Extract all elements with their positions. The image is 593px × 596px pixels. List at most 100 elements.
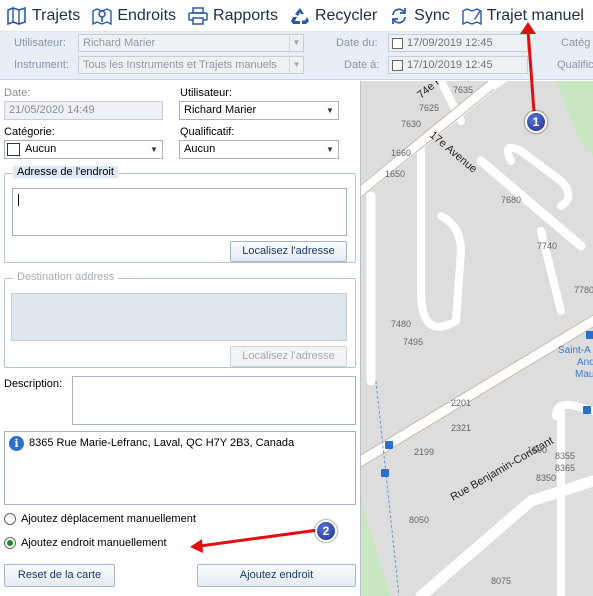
category-color-swatch xyxy=(7,143,20,156)
reset-map-button[interactable]: Reset de la carte xyxy=(4,564,115,587)
house-number: 1660 xyxy=(391,148,411,158)
date-from-checkbox[interactable] xyxy=(392,38,403,49)
house-number: 2201 xyxy=(451,398,471,408)
map-icon xyxy=(7,6,26,25)
bus-stop-icon xyxy=(586,331,593,339)
date-value: 21/05/2020 14:49 xyxy=(9,104,95,116)
date-label: Date: xyxy=(4,87,31,99)
annotation-marker-2: 2 xyxy=(315,520,337,542)
house-number: 8075 xyxy=(491,576,511,586)
house-number: 7480 xyxy=(391,319,411,329)
chevron-down-icon: ▼ xyxy=(289,35,303,51)
filter-instrument-label: Instrument: xyxy=(14,59,70,71)
poi-label: Mau xyxy=(575,369,593,380)
destination-group-title: Destination address xyxy=(13,271,119,283)
house-number: 1650 xyxy=(385,169,405,179)
filter-user-value: Richard Marier xyxy=(83,37,156,49)
toolbar-sync-button[interactable]: Sync xyxy=(382,2,455,30)
house-number: 7740 xyxy=(537,241,557,251)
house-number: 7635 xyxy=(453,85,473,95)
chevron-down-icon: ▼ xyxy=(289,57,303,73)
location-form-panel: Date: 21/05/2020 14:49 Utilisateur: Rich… xyxy=(0,81,361,596)
annotation-marker-1: 1 xyxy=(525,111,547,133)
house-number: 7625 xyxy=(419,103,439,113)
toolbar-trajets-button[interactable]: Trajets xyxy=(0,2,85,30)
user-select[interactable]: Richard Marier ▼ xyxy=(179,101,339,120)
recycle-icon xyxy=(290,7,309,24)
printer-icon xyxy=(188,6,208,25)
toolbar-trajet-manuel-button[interactable]: Trajet manuel xyxy=(455,2,589,30)
bus-stop-icon xyxy=(583,406,591,414)
locate-address-button[interactable]: Localisez l'adresse xyxy=(230,241,347,262)
filter-qualifier-label: Qualific xyxy=(557,59,593,71)
info-icon: i xyxy=(9,436,24,451)
destination-input xyxy=(11,293,347,341)
house-number: 7630 xyxy=(401,119,421,129)
bus-stop-icon xyxy=(385,441,393,449)
toolbar-trajets-label: Trajets xyxy=(32,6,81,24)
address-group: Adresse de l'endroit Localisez l'adresse xyxy=(4,166,356,263)
house-number: 7680 xyxy=(501,195,521,205)
category-select[interactable]: Aucun ▼ xyxy=(4,140,163,159)
description-label: Description: xyxy=(4,378,63,390)
locate-destination-button: Localisez l'adresse xyxy=(230,346,347,367)
filter-date-from-label: Date du: xyxy=(336,37,378,49)
house-number: 1500 xyxy=(527,445,547,455)
address-input[interactable] xyxy=(12,188,347,236)
house-number: 7780 xyxy=(574,285,593,295)
qualifier-value: Aucun xyxy=(184,143,216,155)
bus-stop-icon xyxy=(381,469,389,477)
map-pin-icon xyxy=(92,7,113,25)
filter-instrument-select[interactable]: Tous les Instruments et Trajets manuels ▼ xyxy=(78,56,304,74)
map-canvas[interactable]: 74e Rue 17e Avenue Rue Benjamin-Constant… xyxy=(361,81,593,596)
chevron-down-icon: ▼ xyxy=(326,106,334,115)
category-value: Aucun xyxy=(25,143,57,155)
filter-date-from-picker[interactable]: 17/09/2019 12:45 xyxy=(388,34,528,52)
house-number: 7495 xyxy=(403,337,423,347)
category-label: Catégorie: xyxy=(4,126,55,138)
toolbar-recycler-button[interactable]: Recycler xyxy=(283,2,382,30)
house-number: 2321 xyxy=(451,423,471,433)
filter-date-to-picker[interactable]: 17/10/2019 12:45 xyxy=(388,56,528,74)
destination-group: Destination address Localisez l'adresse xyxy=(4,271,356,368)
resolved-address-text: 8365 Rue Marie-Lefranc, Laval, QC H7Y 2B… xyxy=(29,437,295,449)
chevron-down-icon: ▼ xyxy=(326,145,334,154)
filter-user-label: Utilisateur: xyxy=(14,37,66,49)
poi-label: And xyxy=(577,357,593,368)
user-value: Richard Marier xyxy=(184,104,257,116)
manual-route-icon xyxy=(462,7,482,25)
radio-add-trip[interactable] xyxy=(4,513,16,525)
filter-date-to-value: 17/10/2019 12:45 xyxy=(407,59,493,71)
date-field: 21/05/2020 14:49 xyxy=(4,101,163,120)
radio-add-location-label[interactable]: Ajoutez endroit manuellement xyxy=(21,537,167,549)
toolbar-sync-label: Sync xyxy=(414,6,450,24)
toolbar-recycler-label: Recycler xyxy=(314,6,378,24)
toolbar-endroits-button[interactable]: Endroits xyxy=(85,2,181,30)
radio-add-trip-label[interactable]: Ajoutez déplacement manuellement xyxy=(21,513,196,525)
toolbar-rapports-button[interactable]: Rapports xyxy=(181,2,283,30)
house-number: 2199 xyxy=(414,447,434,457)
date-to-checkbox[interactable] xyxy=(392,60,403,71)
address-group-title: Adresse de l'endroit xyxy=(13,166,118,178)
chevron-down-icon: ▼ xyxy=(150,145,158,154)
radio-add-location[interactable] xyxy=(4,537,16,549)
qualifier-label: Qualificatif: xyxy=(180,126,235,138)
main-toolbar: Trajets Endroits Rapports Recycler Sync … xyxy=(0,0,593,32)
toolbar-rapports-label: Rapports xyxy=(213,6,278,24)
map-view[interactable]: 74e Rue 17e Avenue Rue Benjamin-Constant… xyxy=(361,81,593,596)
qualifier-select[interactable]: Aucun ▼ xyxy=(179,140,339,159)
address-value xyxy=(18,194,19,206)
filter-user-select[interactable]: Richard Marier ▼ xyxy=(78,34,304,52)
house-number: 8365 xyxy=(555,463,575,473)
description-textarea[interactable] xyxy=(72,376,356,425)
filter-date-to-label: Date à: xyxy=(344,59,380,71)
toolbar-endroits-label: Endroits xyxy=(117,6,177,24)
add-location-button[interactable]: Ajoutez endroit xyxy=(197,564,356,587)
address-info-box: i 8365 Rue Marie-Lefranc, Laval, QC H7Y … xyxy=(4,431,356,505)
filter-instrument-value: Tous les Instruments et Trajets manuels xyxy=(83,59,277,71)
filter-category-label: Catég xyxy=(561,37,591,49)
sync-icon xyxy=(392,7,407,24)
filter-bar: Utilisateur: Richard Marier ▼ Instrument:… xyxy=(0,32,593,80)
toolbar-trajet-manuel-label: Trajet manuel xyxy=(486,6,584,24)
house-number: 8050 xyxy=(409,515,429,525)
